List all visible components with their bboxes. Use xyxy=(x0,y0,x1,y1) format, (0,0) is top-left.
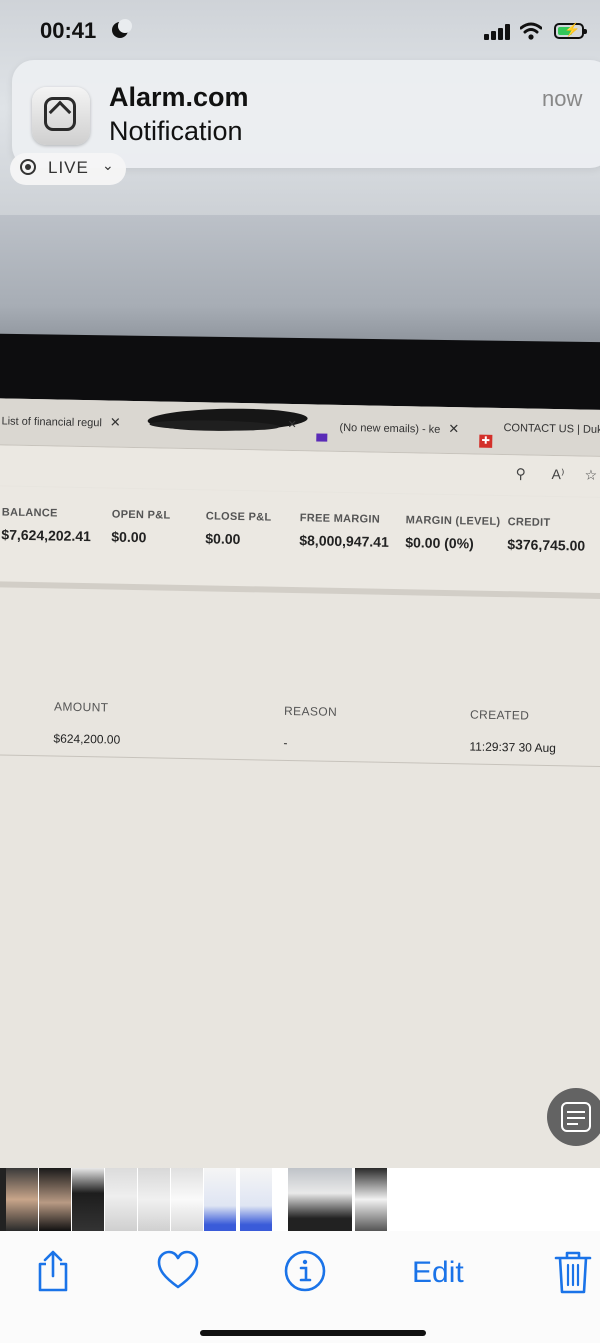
moon-icon xyxy=(112,19,132,38)
cell-amount: $624,200.00 xyxy=(53,731,121,747)
site-favicon-icon: ✚ xyxy=(479,434,493,448)
close-icon[interactable]: ✕ xyxy=(287,418,296,431)
share-button[interactable] xyxy=(33,1249,73,1297)
edit-button[interactable]: Edit xyxy=(412,1249,464,1297)
metric-value: $7,624,202.41 xyxy=(1,526,92,545)
metric-free-margin: FREE MARGIN $8,000,947.41 xyxy=(299,512,389,550)
trash-icon xyxy=(554,1251,592,1294)
delete-button[interactable] xyxy=(553,1249,593,1297)
browser-tab[interactable]: List of financial regul ✕ xyxy=(1,412,120,430)
metric-margin-level: MARGIN (LEVEL) $0.00 (0%) xyxy=(405,514,500,552)
read-aloud-icon[interactable]: A⁾ xyxy=(551,466,564,483)
heart-icon xyxy=(157,1250,199,1289)
metric-value: $8,000,947.41 xyxy=(299,532,389,550)
metric-credit: CREDIT $376,745.00 xyxy=(507,516,586,553)
thumbnail[interactable] xyxy=(138,1168,170,1231)
cell-reason: - xyxy=(283,735,288,750)
wifi-icon xyxy=(519,22,543,45)
tab-label: (No new emails) - ke xyxy=(339,421,441,436)
thumbnail[interactable] xyxy=(72,1168,104,1231)
browser-tab[interactable]: CONTACT US | Duka xyxy=(503,422,600,436)
metric-label: CREDIT xyxy=(507,516,551,529)
metric-balance: BALANCE $7,624,202.41 xyxy=(1,506,91,544)
metric-open-pl: OPEN P&L $0.00 xyxy=(111,509,170,546)
metric-value: $0.00 (0%) xyxy=(405,534,474,552)
transactions-table: AMOUNT REASON CREATED $624,200.00 - 11:2… xyxy=(0,698,600,781)
live-label: LIVE xyxy=(48,158,89,177)
column-header-amount: AMOUNT xyxy=(53,699,109,715)
metric-label: CLOSE P&L xyxy=(205,510,272,524)
metric-label: MARGIN (LEVEL) xyxy=(405,514,501,529)
thumbnail[interactable] xyxy=(355,1168,387,1231)
tab-label: CONTACT US | Duka xyxy=(503,422,600,437)
cell-created: 11:29:37 30 Aug xyxy=(469,739,557,756)
live-text-button[interactable] xyxy=(547,1088,600,1146)
row-divider xyxy=(0,753,600,768)
thumbnail[interactable] xyxy=(240,1168,272,1231)
thumbnail[interactable] xyxy=(6,1168,38,1231)
info-button[interactable] xyxy=(283,1249,327,1297)
column-header-created: CREATED xyxy=(469,707,530,723)
thumbnail[interactable] xyxy=(105,1168,137,1231)
cellular-signal-icon xyxy=(484,24,512,40)
chevron-down-icon: ⌄ xyxy=(102,157,114,173)
monitor-top-area xyxy=(0,215,600,345)
notification-title: Alarm.com xyxy=(109,82,249,112)
thumbnail[interactable] xyxy=(171,1168,203,1231)
favorite-button[interactable] xyxy=(156,1249,200,1297)
live-photo-icon xyxy=(20,159,36,175)
notification-time: now xyxy=(542,86,583,111)
mail-icon xyxy=(316,433,328,442)
star-icon[interactable]: ☆ xyxy=(584,467,597,484)
browser-tab[interactable]: (No new emails) - ke ✕ xyxy=(339,419,459,437)
thumbnail[interactable] xyxy=(204,1168,236,1231)
info-icon xyxy=(284,1250,326,1292)
metric-value: $0.00 xyxy=(111,528,147,546)
live-photo-badge[interactable]: LIVE ⌄ xyxy=(10,153,126,185)
metric-label: BALANCE xyxy=(1,506,58,520)
close-icon[interactable]: ✕ xyxy=(448,421,459,436)
account-summary: BALANCE $7,624,202.41 OPEN P&L $0.00 CLO… xyxy=(0,485,600,600)
status-time: 00:41 xyxy=(40,18,97,43)
metric-value: $376,745.00 xyxy=(507,536,586,554)
photo-toolbar: Edit xyxy=(0,1231,600,1343)
tab-label: List of financial regul xyxy=(1,415,102,430)
metric-label: FREE MARGIN xyxy=(299,512,381,526)
metric-value: $0.00 xyxy=(205,530,241,548)
notification-body: Notification xyxy=(109,116,243,146)
notification-banner[interactable]: Alarm.com Notification now xyxy=(12,60,600,168)
edit-label: Edit xyxy=(412,1256,464,1289)
key-icon[interactable]: ⚲ xyxy=(515,465,526,482)
share-icon xyxy=(38,1250,68,1292)
column-header-reason: REASON xyxy=(283,703,338,719)
home-indicator[interactable] xyxy=(200,1330,426,1336)
close-icon[interactable]: ✕ xyxy=(110,414,121,429)
metric-close-pl: CLOSE P&L $0.00 xyxy=(205,510,271,547)
battery-icon: ⚡ xyxy=(554,22,587,39)
monitor-screen: List of financial regul ✕ ✕ (No new email… xyxy=(0,398,600,1168)
thumbnail-strip[interactable] xyxy=(0,1168,600,1231)
alarm-app-icon xyxy=(32,87,90,145)
metric-label: OPEN P&L xyxy=(111,508,171,522)
thumbnail[interactable] xyxy=(39,1168,71,1231)
thumbnail-selected[interactable] xyxy=(288,1168,352,1231)
